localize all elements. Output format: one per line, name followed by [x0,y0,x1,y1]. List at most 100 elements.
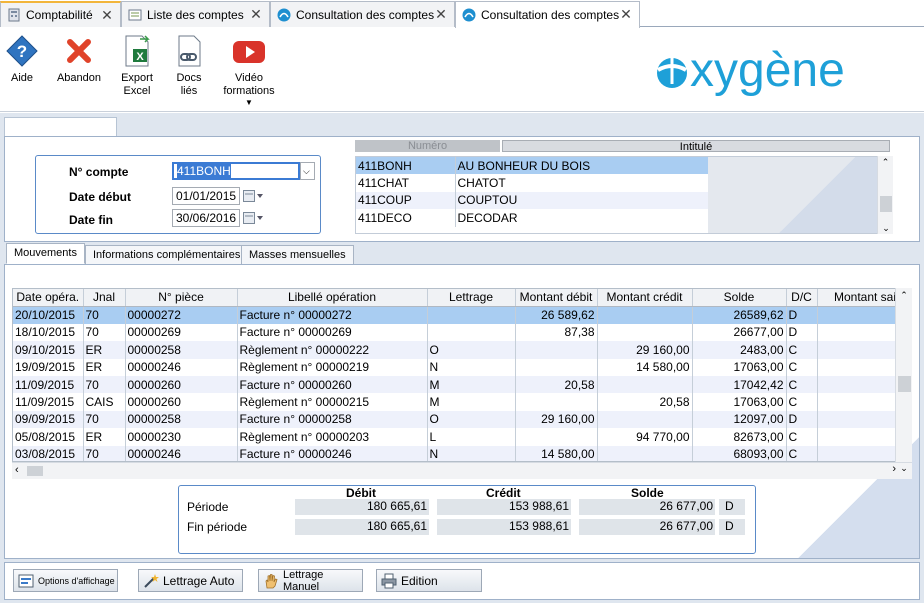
totals-dc-fin: D [719,519,745,535]
col-montant-saisi[interactable]: Montant sai [817,289,896,307]
chevron-down-icon[interactable]: ⌄ [896,463,912,474]
table-row[interactable]: 11/09/2015 70 00000260 Facture n° 00000260 M… [13,375,896,394]
col-piece[interactable]: N° pièce [125,289,238,307]
table-row[interactable]: 09/10/2015 ER 00000258 Règlement n° 0000022… [13,341,896,359]
movements-header-row: Date opéra. Jnal N° pièce Libellé opérat… [13,289,896,307]
search-panel: N° compte 411BONH ⌵ Date début 01/01/201… [4,136,920,242]
edition-label: Edition [401,573,438,588]
account-row[interactable]: 411COUP COUPTOU [356,191,709,210]
compte-input[interactable]: 411BONH [172,162,300,180]
table-row[interactable]: 09/09/2015 70 00000258 Facture n° 00000258 O… [13,410,896,429]
table-cell [515,393,598,411]
table-cell: 94 770,00 [597,428,693,446]
table-row[interactable]: 20/10/2015 70 00000272 Facture n° 00000272 2… [13,306,896,324]
col-lettrage[interactable]: Lettrage [427,289,516,307]
chevron-up-icon[interactable]: ⌃ [878,156,893,168]
chevron-left-icon[interactable]: ‹ [15,464,19,476]
scroll-thumb[interactable] [898,376,911,392]
col-libelle[interactable]: Libellé opération [237,289,428,307]
table-cell: 19/09/2015 [13,358,84,376]
table-row[interactable]: 19/09/2015 ER 00000246 Règlement n° 0000021… [13,358,896,376]
close-icon[interactable]: ✕ [434,7,448,21]
compte-label: N° compte [69,165,129,179]
table-cell: 70 [83,445,126,461]
tab-comptabilite[interactable]: Comptabilité ✕ [0,1,121,27]
tab-liste-comptes[interactable]: Liste des comptes ✕ [121,1,270,27]
col-dc[interactable]: D/C [786,289,818,307]
lettrage-manuel-button[interactable]: Lettrage Manuel [258,569,363,593]
tab-informations-complementaires[interactable]: Informations complémentaires [85,245,249,264]
chevron-down-icon[interactable]: ▼ [222,98,276,108]
close-icon[interactable]: ✕ [619,7,633,21]
accounts-header-intitule[interactable]: Intitulé [502,140,890,153]
edition-button[interactable]: Edition [376,569,482,592]
chevron-up-icon[interactable]: ⌃ [896,288,912,302]
export-excel-button[interactable]: X Export Excel [116,34,158,98]
col-solde[interactable]: Solde [692,289,787,307]
app-window: Comptabilité ✕ Liste des comptes ✕ Consu… [0,0,924,603]
table-cell: 18/10/2015 [13,323,84,342]
table-cell: 00000269 [125,323,238,342]
table-cell: D [786,306,818,324]
table-cell: 14 580,00 [515,445,598,461]
table-row[interactable]: 03/08/2015 70 00000246 Facture n° 00000246 N… [13,445,896,461]
table-cell: 68093,00 [692,445,787,461]
movements-vscrollbar[interactable]: ⌃ [895,288,912,462]
table-cell: 09/10/2015 [13,341,84,359]
tab-masses-mensuelles[interactable]: Masses mensuelles [241,245,354,264]
date-debut-input[interactable]: 01/01/2015 [172,187,240,205]
tab-mouvements[interactable]: Mouvements [6,243,85,264]
cancel-icon [67,39,91,63]
col-date[interactable]: Date opéra. [13,289,84,307]
account-row[interactable]: 411DECO DECODAR [356,209,709,227]
table-row[interactable]: 11/09/2015 CAIS 00000260 Règlement n° 00000… [13,393,896,411]
lettrage-auto-button[interactable]: Lettrage Auto [138,569,243,592]
calculator-icon [8,8,20,22]
date-debut-label: Date début [69,190,132,204]
table-cell: 29 160,00 [597,341,693,359]
calendar-icon[interactable] [243,212,265,224]
close-icon[interactable]: ✕ [100,8,114,22]
accounts-header-numero[interactable]: Numéro [355,140,500,152]
tab-consultation-comptes[interactable]: Consultation des comptes ✕ [270,1,455,27]
table-cell: 29 160,00 [515,410,598,429]
table-cell: 00000260 [125,393,238,411]
col-credit[interactable]: Montant crédit [597,289,693,307]
table-cell [817,306,896,324]
movements-table: Date opéra. Jnal N° pièce Libellé opérat… [12,288,897,462]
tab-label: Consultation des comptes [296,7,435,22]
col-debit[interactable]: Montant débit [515,289,598,307]
account-numero: 411CHAT [356,174,456,192]
accounts-scrollbar[interactable]: ⌃ ⌄ [877,156,893,234]
docs-label-2: liés [180,85,198,97]
options-affichage-button[interactable]: Options d'affichage [13,569,118,592]
movements-hscrollbar[interactable]: ‹ › ⌄ [12,462,912,479]
table-cell [427,306,516,324]
table-cell: Règlement n° 00000215 [237,393,428,411]
scroll-thumb[interactable] [880,196,892,212]
video-icon [233,41,265,63]
video-formations-button[interactable]: Vidéo formations ▼ [222,34,276,108]
col-journal[interactable]: Jnal [83,289,126,307]
date-fin-input[interactable]: 30/06/2016 [172,209,240,227]
tab-bar: Comptabilité ✕ Liste des comptes ✕ Consu… [0,0,924,28]
mouvements-panel: Date opéra. Jnal N° pièce Libellé opérat… [4,264,920,559]
table-cell [597,306,693,324]
aide-button[interactable]: ? Aide [4,34,40,85]
table-row[interactable]: 05/08/2015 ER 00000230 Règlement n° 0000020… [13,428,896,446]
account-row[interactable]: 411BONH AU BONHEUR DU BOIS [356,157,709,175]
chevron-down-icon: ⌵ [303,166,310,176]
hscroll-thumb[interactable] [27,466,43,476]
close-icon[interactable]: ✕ [249,7,263,21]
calendar-icon[interactable] [243,190,265,202]
tab-consultation-comptes-active[interactable]: Consultation des comptes ✕ [455,1,640,28]
table-cell [597,410,693,429]
docs-lies-button[interactable]: Docs liés [170,34,208,98]
table-row[interactable]: 18/10/2015 70 00000269 Facture n° 00000269 8… [13,323,896,342]
content-area: N° compte 411BONH ⌵ Date début 01/01/201… [0,113,924,603]
account-row[interactable]: 411CHAT CHATOT [356,174,709,192]
chevron-down-icon[interactable]: ⌄ [878,222,894,234]
abandon-button[interactable]: Abandon [55,34,103,85]
compte-dropdown-button[interactable]: ⌵ [300,162,315,180]
account-intitule: CHATOT [455,174,709,192]
